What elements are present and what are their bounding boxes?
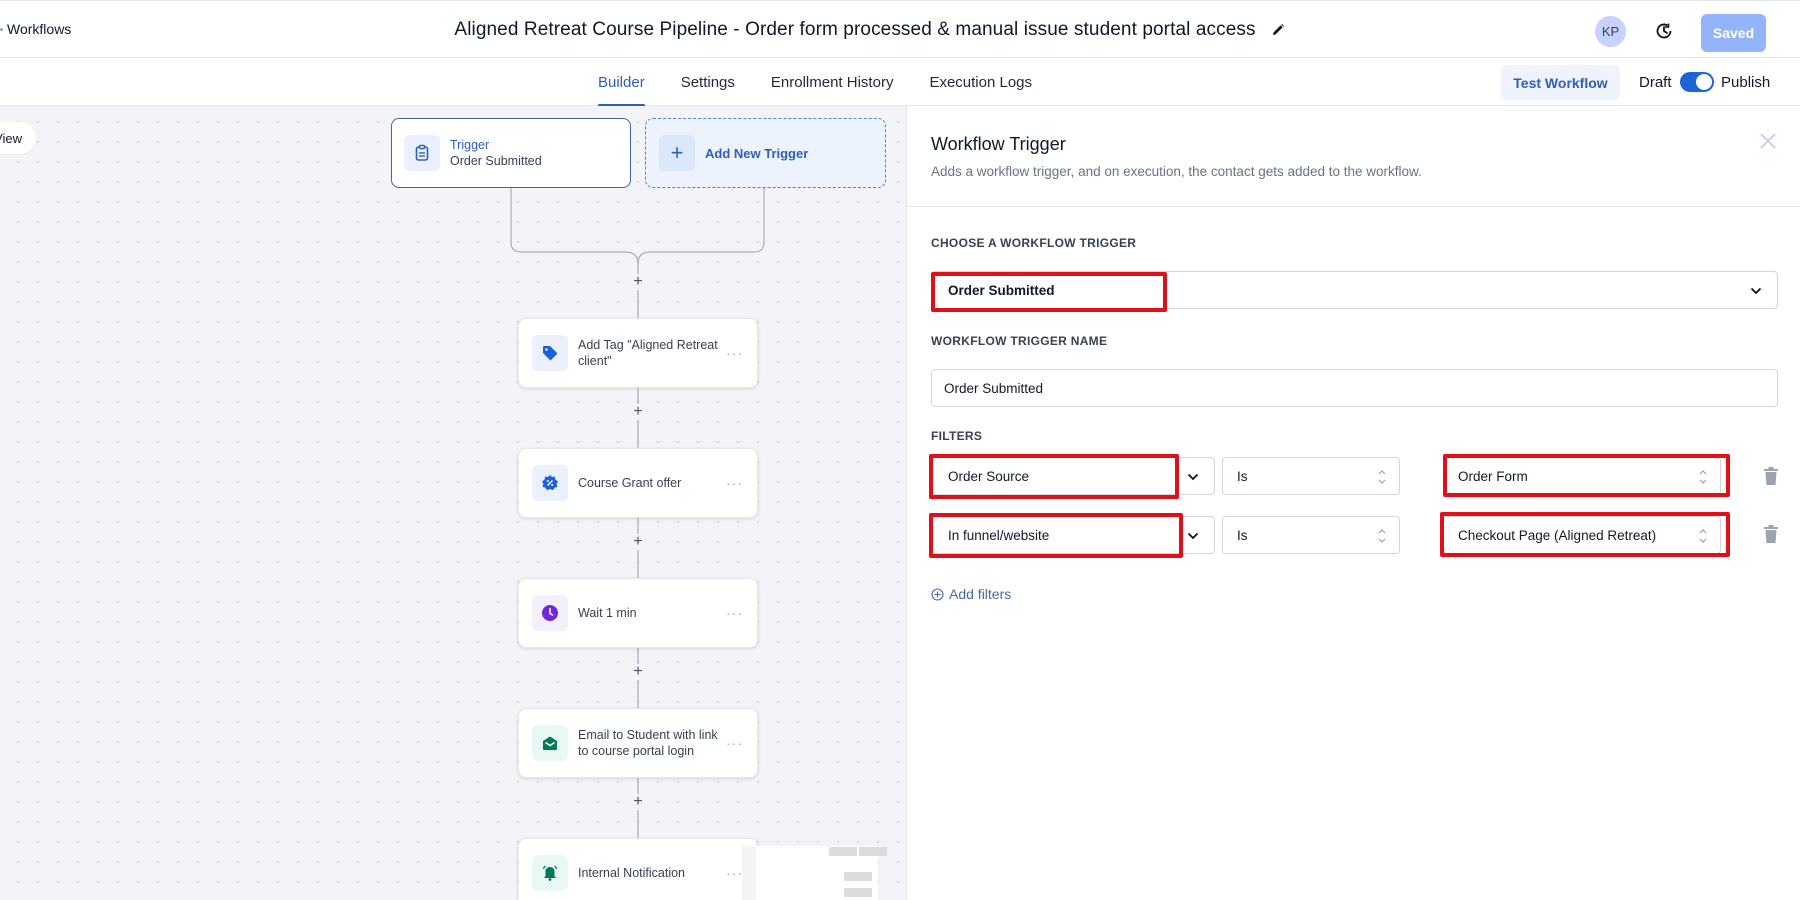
panel-description: Adds a workflow trigger, and on executio…: [931, 164, 1422, 179]
tab-settings[interactable]: Settings: [681, 58, 735, 106]
workflow-canvas[interactable]: View Trigger Order Submitted + Add New T…: [0, 106, 906, 900]
add-new-trigger-label: Add New Trigger: [705, 145, 809, 161]
action-node-add-tag[interactable]: Add Tag "Aligned Retreat client" ···: [518, 318, 758, 388]
back-arrow-icon: [0, 27, 3, 31]
action-node-label: Internal Notification: [578, 866, 686, 880]
action-node-course-grant-offer[interactable]: Course Grant offer ···: [518, 448, 758, 518]
filters-label: FILTERS: [931, 429, 983, 443]
sort-updown-icon: [1377, 468, 1387, 486]
add-filters-label: Add filters: [949, 586, 1012, 602]
choose-trigger-label: CHOOSE A WORKFLOW TRIGGER: [931, 236, 1137, 250]
minimap-block: [829, 847, 857, 856]
add-step-button[interactable]: +: [631, 664, 645, 680]
workflow-trigger-panel: Workflow Trigger Adds a workflow trigger…: [906, 106, 1800, 900]
trigger-type-select[interactable]: Order Submitted: [931, 271, 1778, 309]
filter-value: Checkout Page (Aligned Retreat): [1458, 528, 1657, 543]
filter-value: Order Form: [1458, 469, 1528, 484]
user-avatar[interactable]: KP: [1595, 16, 1626, 47]
canvas-minimap[interactable]: [742, 846, 887, 900]
filter-operator-select[interactable]: Is: [1222, 516, 1400, 554]
action-node-label: Wait 1 min: [578, 606, 637, 620]
panel-header: Workflow Trigger Adds a workflow trigger…: [907, 106, 1800, 207]
filter-operator-value: Is: [1237, 528, 1248, 543]
trigger-name-label: WORKFLOW TRIGGER NAME: [931, 334, 1108, 348]
trigger-node-subtitle: Order Submitted: [450, 154, 542, 168]
action-node-label: Email to Student with link to course por…: [578, 728, 718, 758]
email-open-icon: [532, 725, 568, 761]
bell-icon: [532, 855, 568, 891]
close-icon[interactable]: [1759, 132, 1779, 152]
top-header: Workflows Aligned Retreat Course Pipelin…: [0, 0, 1800, 58]
workflow-title: Aligned Retreat Course Pipeline - Order …: [454, 19, 1256, 40]
add-step-button[interactable]: +: [631, 274, 645, 290]
minimap-block: [859, 847, 887, 856]
discount-badge-icon: [532, 465, 568, 501]
trigger-node[interactable]: Trigger Order Submitted: [391, 118, 631, 188]
minimap-block: [844, 888, 872, 897]
sort-updown-icon: [1698, 527, 1708, 545]
delete-filter-icon[interactable]: [1763, 466, 1779, 486]
filter-field-select[interactable]: Order Source: [931, 457, 1215, 495]
more-options-icon[interactable]: ···: [726, 475, 743, 491]
saved-button[interactable]: Saved: [1701, 14, 1766, 52]
toggle-knob: [1696, 74, 1712, 90]
filter-value-select[interactable]: Checkout Page (Aligned Retreat): [1443, 516, 1721, 554]
filter-field-value: In funnel/website: [948, 528, 1050, 543]
workflow-connectors: [510, 188, 765, 838]
filter-operator-value: Is: [1237, 469, 1248, 484]
plus-icon: +: [659, 135, 695, 171]
back-to-workflows-link[interactable]: Workflows: [0, 21, 71, 37]
panel-title: Workflow Trigger: [931, 134, 1066, 154]
more-options-icon[interactable]: ···: [726, 605, 743, 621]
tab-enrollment-history[interactable]: Enrollment History: [771, 58, 894, 106]
add-filters-button[interactable]: Add filters: [931, 586, 1011, 602]
chevron-down-icon: [1749, 284, 1763, 298]
trigger-name-input[interactable]: [931, 369, 1778, 407]
tab-builder[interactable]: Builder: [598, 58, 645, 107]
filter-field-value: Order Source: [948, 469, 1030, 484]
publish-label: Publish: [1721, 74, 1771, 91]
action-node-internal-notification[interactable]: Internal Notification ···: [518, 838, 758, 900]
back-link-label: Workflows: [7, 21, 72, 37]
delete-filter-icon[interactable]: [1763, 524, 1779, 544]
filter-field-select[interactable]: In funnel/website: [931, 516, 1215, 554]
action-node-label: Add Tag "Aligned Retreat client": [578, 338, 718, 368]
more-options-icon[interactable]: ···: [726, 345, 743, 361]
version-history-icon[interactable]: [1653, 20, 1675, 42]
more-options-icon[interactable]: ···: [726, 865, 743, 881]
action-node-label: Course Grant offer: [578, 476, 682, 490]
plus-circle-icon: [931, 587, 944, 601]
trigger-type-value: Order Submitted: [948, 283, 1055, 298]
chevron-down-icon: [1186, 529, 1200, 543]
minimap-block: [844, 872, 872, 881]
draft-label: Draft: [1639, 74, 1672, 91]
filter-value-select[interactable]: Order Form: [1443, 457, 1721, 495]
action-node-wait[interactable]: Wait 1 min ···: [518, 578, 758, 648]
sort-updown-icon: [1377, 527, 1387, 545]
filter-operator-select[interactable]: Is: [1222, 457, 1400, 495]
action-node-email[interactable]: Email to Student with link to course por…: [518, 708, 758, 778]
more-options-icon[interactable]: ···: [726, 735, 743, 751]
add-new-trigger-button[interactable]: + Add New Trigger: [645, 118, 886, 188]
tag-icon: [532, 335, 568, 371]
edit-title-icon[interactable]: [1270, 22, 1286, 38]
trigger-name-field[interactable]: [932, 370, 1777, 406]
add-step-button[interactable]: +: [631, 404, 645, 420]
add-step-button[interactable]: +: [631, 534, 645, 550]
tab-bar: Builder Settings Enrollment History Exec…: [0, 58, 1800, 107]
publish-toggle[interactable]: [1680, 72, 1714, 92]
sort-updown-icon: [1698, 468, 1708, 486]
chevron-down-icon: [1186, 470, 1200, 484]
clock-icon: [532, 595, 568, 631]
tab-execution-logs[interactable]: Execution Logs: [929, 58, 1032, 106]
test-workflow-button[interactable]: Test Workflow: [1501, 65, 1620, 100]
clipboard-icon: [404, 135, 440, 171]
trigger-node-title: Trigger: [450, 138, 490, 152]
add-step-button[interactable]: +: [631, 794, 645, 810]
